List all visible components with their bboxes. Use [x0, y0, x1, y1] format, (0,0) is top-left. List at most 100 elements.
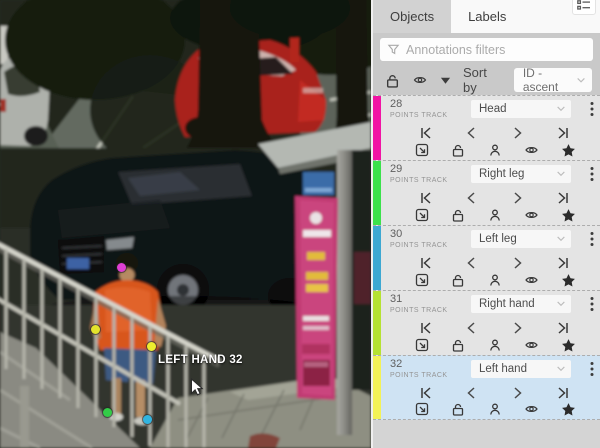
hide-object-button[interactable] [524, 402, 539, 418]
star-icon [561, 143, 576, 158]
object-menu-button[interactable] [590, 294, 594, 317]
next-keyframe-button[interactable] [510, 125, 524, 141]
prev-keyframe-button[interactable] [465, 320, 479, 336]
first-keyframe-button[interactable] [419, 385, 433, 401]
lock-object-button[interactable] [451, 402, 465, 418]
prev-keyframe-button[interactable] [465, 190, 479, 206]
switch-outside-button[interactable] [415, 402, 429, 418]
next-keyframe-button[interactable] [510, 255, 524, 271]
track-type: POINTS TRACK [390, 112, 471, 119]
switch-occluded-button[interactable] [488, 337, 502, 353]
annotation-canvas[interactable]: LEFT HAND 32 [0, 0, 371, 448]
chevron-down-icon [556, 170, 566, 178]
label-select[interactable]: Right hand [471, 295, 571, 313]
lock-all-button[interactable] [385, 73, 400, 88]
chevron-down-icon [576, 76, 586, 85]
star-icon [561, 402, 576, 417]
track-color-stripe [373, 161, 381, 225]
lock-object-button[interactable] [451, 142, 465, 158]
switch-outside-button[interactable] [415, 142, 429, 158]
object-menu-button[interactable] [590, 164, 594, 187]
first-keyframe-button[interactable] [419, 125, 433, 141]
track-item[interactable]: 30 POINTS TRACK Left leg [373, 225, 600, 290]
hide-all-button[interactable] [412, 73, 428, 87]
last-keyframe-button[interactable] [556, 190, 570, 206]
keypoint-right-leg[interactable] [103, 408, 112, 417]
tab-labels[interactable]: Labels [451, 0, 523, 33]
eye-icon [524, 208, 539, 222]
first-keyframe-button[interactable] [419, 255, 433, 271]
next-keyframe-button[interactable] [510, 190, 524, 206]
prev-keyframe-icon [465, 126, 479, 140]
switch-occluded-button[interactable] [488, 207, 502, 223]
track-id-block: 32 POINTS TRACK [385, 359, 471, 379]
switch-outside-button[interactable] [415, 337, 429, 353]
tab-objects[interactable]: Objects [373, 0, 451, 33]
next-keyframe-icon [510, 256, 524, 270]
keypoint-right-hand[interactable] [91, 325, 100, 334]
track-color-stripe [373, 226, 381, 290]
prev-keyframe-button[interactable] [465, 125, 479, 141]
track-id-block: 29 POINTS TRACK [385, 164, 471, 184]
last-keyframe-button[interactable] [556, 385, 570, 401]
outside-icon [415, 143, 429, 157]
track-type: POINTS TRACK [390, 242, 471, 249]
track-type: POINTS TRACK [390, 372, 471, 379]
eye-icon [524, 338, 539, 352]
list-icon [577, 0, 591, 11]
keyframe-button[interactable] [561, 142, 576, 158]
prev-keyframe-icon [465, 191, 479, 205]
keypoint-head[interactable] [117, 263, 126, 272]
prev-keyframe-button[interactable] [465, 255, 479, 271]
kebab-menu-icon [590, 101, 594, 117]
lock-object-button[interactable] [451, 207, 465, 223]
switch-occluded-button[interactable] [488, 142, 502, 158]
lock-object-button[interactable] [451, 272, 465, 288]
label-select[interactable]: Head [471, 100, 571, 118]
track-item[interactable]: 32 POINTS TRACK Left hand [373, 355, 600, 420]
hide-object-button[interactable] [524, 337, 539, 353]
label-select[interactable]: Left hand [471, 360, 571, 378]
first-keyframe-button[interactable] [419, 190, 433, 206]
person-icon [488, 208, 502, 222]
object-menu-button[interactable] [590, 359, 594, 382]
expand-states-button[interactable] [440, 76, 451, 85]
keyframe-button[interactable] [561, 207, 576, 223]
object-menu-button[interactable] [590, 229, 594, 252]
switch-occluded-button[interactable] [488, 272, 502, 288]
prev-keyframe-button[interactable] [465, 385, 479, 401]
label-select[interactable]: Right leg [471, 165, 571, 183]
track-item[interactable]: 29 POINTS TRACK Right leg [373, 160, 600, 225]
hide-object-button[interactable] [524, 272, 539, 288]
keypoint-left-hand[interactable] [147, 342, 156, 351]
annotations-filter-box[interactable] [380, 38, 593, 61]
next-keyframe-button[interactable] [510, 385, 524, 401]
switch-occluded-button[interactable] [488, 402, 502, 418]
appearance-menu-button[interactable] [572, 0, 596, 15]
last-keyframe-icon [556, 256, 570, 270]
switch-outside-button[interactable] [415, 207, 429, 223]
track-item[interactable]: 31 POINTS TRACK Right hand [373, 290, 600, 355]
last-keyframe-button[interactable] [556, 320, 570, 336]
lock-object-button[interactable] [451, 337, 465, 353]
sort-order-select[interactable]: ID - ascent [514, 68, 592, 92]
first-keyframe-icon [419, 386, 433, 400]
next-keyframe-button[interactable] [510, 320, 524, 336]
annotations-filter-input[interactable] [406, 43, 586, 57]
hide-object-button[interactable] [524, 142, 539, 158]
last-keyframe-button[interactable] [556, 255, 570, 271]
track-item[interactable]: 28 POINTS TRACK Head [373, 95, 600, 160]
keyframe-button[interactable] [561, 337, 576, 353]
first-keyframe-button[interactable] [419, 320, 433, 336]
last-keyframe-button[interactable] [556, 125, 570, 141]
keyframe-button[interactable] [561, 272, 576, 288]
hide-object-button[interactable] [524, 207, 539, 223]
track-item-body: 31 POINTS TRACK Right hand [381, 291, 600, 355]
keypoint-left-leg[interactable] [143, 415, 152, 424]
label-select[interactable]: Left leg [471, 230, 571, 248]
sort-order-value: ID - ascent [523, 66, 576, 94]
object-menu-button[interactable] [590, 99, 594, 122]
keyframe-button[interactable] [561, 402, 576, 418]
switch-outside-button[interactable] [415, 272, 429, 288]
prev-keyframe-icon [465, 256, 479, 270]
